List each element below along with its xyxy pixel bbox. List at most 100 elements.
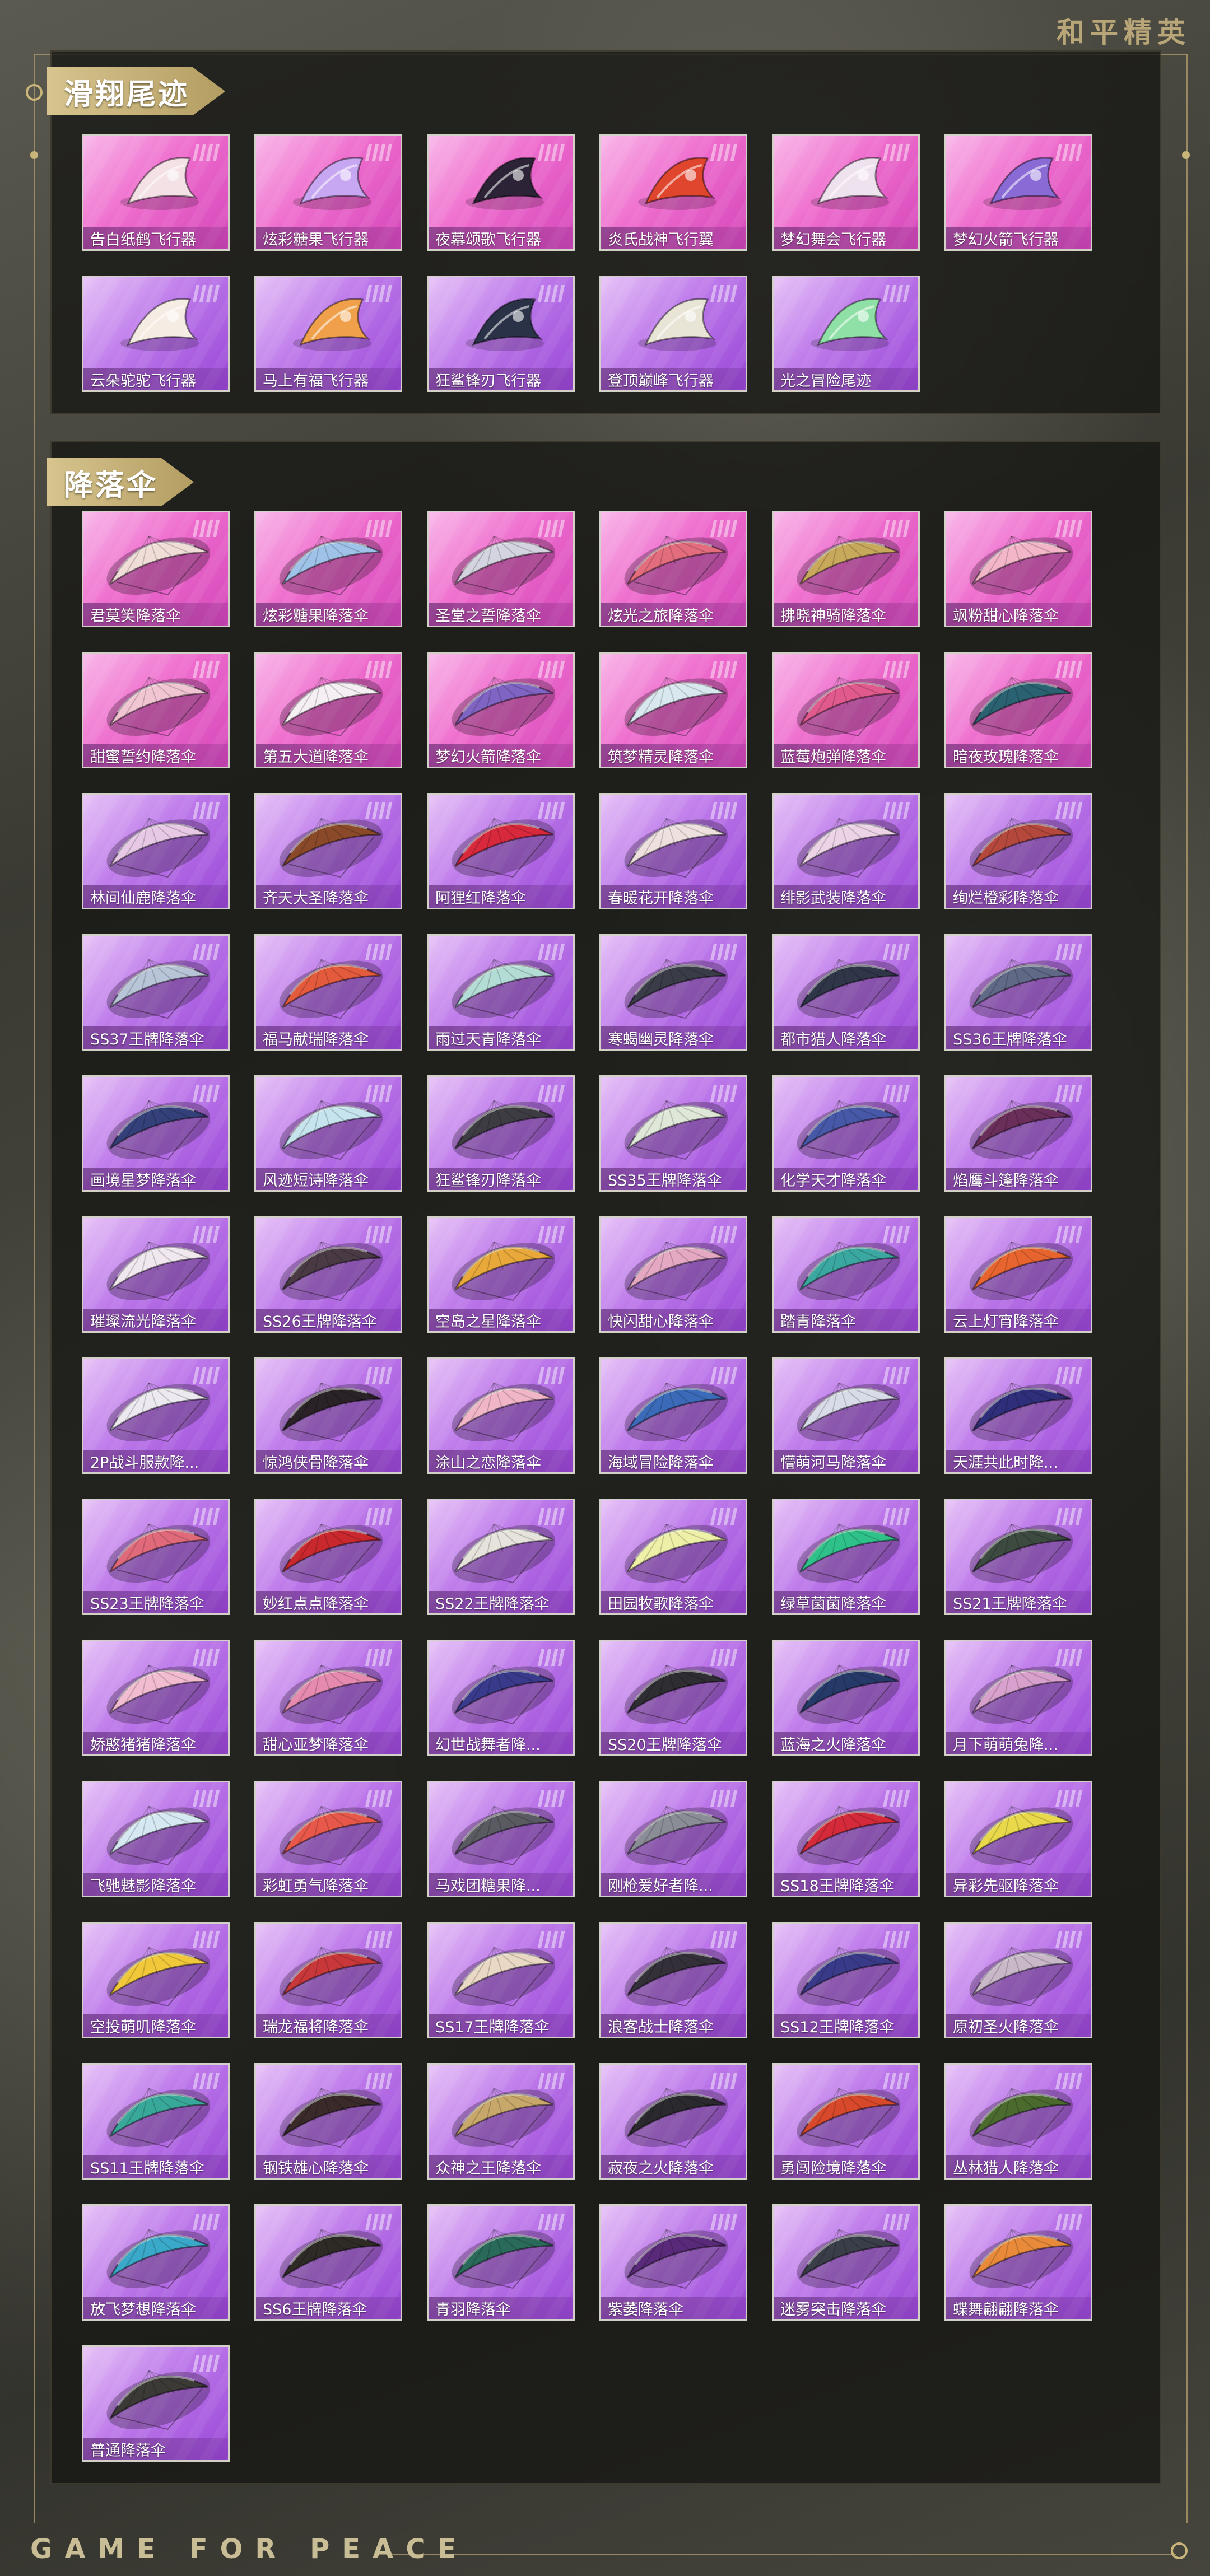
parachute-card[interactable]: SS37王牌降落伞 — [82, 934, 230, 1051]
parachute-card[interactable]: SS23王牌降落伞 — [82, 1499, 230, 1615]
parachute-card[interactable]: 都市猎人降落伞 — [772, 934, 920, 1051]
parachute-card[interactable]: 甜心亚梦降落伞 — [254, 1640, 402, 1756]
parachute-card[interactable]: 空岛之星降落伞 — [427, 1216, 575, 1333]
parachute-card[interactable]: 璀璨流光降落伞 — [82, 1216, 230, 1333]
parachute-card[interactable]: 幻世战舞者降... — [427, 1640, 575, 1756]
parachute-card[interactable]: 青羽降落伞 — [427, 2204, 575, 2321]
parachute-card[interactable]: SS21王牌降落伞 — [944, 1499, 1092, 1615]
parachute-card[interactable]: 雨过天青降落伞 — [427, 934, 575, 1051]
parachute-card[interactable]: 懵萌河马降落伞 — [772, 1357, 920, 1474]
parachute-card[interactable]: 飒粉甜心降落伞 — [944, 511, 1092, 627]
parachute-card[interactable]: 炫彩糖果降落伞 — [254, 511, 402, 627]
parachute-card[interactable]: 暗夜玫瑰降落伞 — [944, 652, 1092, 768]
parachute-card[interactable]: SS22王牌降落伞 — [427, 1499, 575, 1615]
item-name: 夜幕颂歌飞行器 — [435, 231, 541, 249]
parachute-card[interactable]: 飞驰魅影降落伞 — [82, 1781, 230, 1897]
parachute-card[interactable]: SS6王牌降落伞 — [254, 2204, 402, 2321]
parachute-card[interactable]: 彩虹勇气降落伞 — [254, 1781, 402, 1897]
parachute-card[interactable]: 惊鸿侠骨降落伞 — [254, 1357, 402, 1474]
parachute-card[interactable]: 绯影武装降落伞 — [772, 793, 920, 909]
parachute-card[interactable]: 画境星梦降落伞 — [82, 1075, 230, 1192]
parachute-card[interactable]: 钢铁雄心降落伞 — [254, 2063, 402, 2180]
parachute-card[interactable]: 寂夜之火降落伞 — [599, 2063, 747, 2180]
parachute-card[interactable]: 云上灯宵降落伞 — [944, 1216, 1092, 1333]
parachute-card[interactable]: SS11王牌降落伞 — [82, 2063, 230, 2180]
parachute-card[interactable]: 马戏团糖果降... — [427, 1781, 575, 1897]
parachute-card[interactable]: 化学天才降落伞 — [772, 1075, 920, 1192]
parachute-card[interactable]: 蝶舞翩翩降落伞 — [944, 2204, 1092, 2321]
parachute-card[interactable]: 春暖花开降落伞 — [599, 793, 747, 909]
parachute-card[interactable]: 瑞龙福将降落伞 — [254, 1922, 402, 2038]
parachute-card[interactable]: 寒蝎幽灵降落伞 — [599, 934, 747, 1051]
parachute-card[interactable]: 迷雾突击降落伞 — [772, 2204, 920, 2321]
parachute-card[interactable]: 放飞梦想降落伞 — [82, 2204, 230, 2321]
item-name: 炫光之旅降落伞 — [608, 607, 714, 625]
parachute-card[interactable]: 君莫笑降落伞 — [82, 511, 230, 627]
parachute-card[interactable]: 异彩先驱降落伞 — [944, 1781, 1092, 1897]
glider-trail-card[interactable]: 云朵驼驼飞行器 — [82, 276, 230, 392]
parachute-card[interactable]: 福马献瑞降落伞 — [254, 934, 402, 1051]
glider-trail-card[interactable]: 狂鲨锋刃飞行器 — [427, 276, 575, 392]
parachute-card[interactable]: 第五大道降落伞 — [254, 652, 402, 768]
parachute-card[interactable]: 众神之王降落伞 — [427, 2063, 575, 2180]
parachute-card[interactable]: 涂山之恋降落伞 — [427, 1357, 575, 1474]
parachute-card[interactable]: SS17王牌降落伞 — [427, 1922, 575, 2038]
parachute-card[interactable]: 拂晓神骑降落伞 — [772, 511, 920, 627]
parachute-card[interactable]: 妙红点点降落伞 — [254, 1499, 402, 1615]
parachute-card[interactable]: SS26王牌降落伞 — [254, 1216, 402, 1333]
parachute-card[interactable]: SS12王牌降落伞 — [772, 1922, 920, 2038]
parachute-card[interactable]: 蓝海之火降落伞 — [772, 1640, 920, 1756]
glider-trail-card[interactable]: 告白纸鹤飞行器 — [82, 134, 230, 251]
parachute-card[interactable]: 勇闯险境降落伞 — [772, 2063, 920, 2180]
parachute-card[interactable]: 原初圣火降落伞 — [944, 1922, 1092, 2038]
glider-trail-card[interactable]: 炫彩糖果飞行器 — [254, 134, 402, 251]
parachute-card[interactable]: 蓝莓炮弹降落伞 — [772, 652, 920, 768]
item-name: 都市猎人降落伞 — [780, 1030, 886, 1048]
parachute-card[interactable]: 筑梦精灵降落伞 — [599, 652, 747, 768]
parachute-card[interactable]: 圣堂之誓降落伞 — [427, 511, 575, 627]
parachute-card[interactable]: 2P战斗服款降... — [82, 1357, 230, 1474]
parachute-card[interactable]: 丛林猎人降落伞 — [944, 2063, 1092, 2180]
glider-trail-card[interactable]: 登顶巅峰飞行器 — [599, 276, 747, 392]
parachute-card[interactable]: 田园牧歌降落伞 — [599, 1499, 747, 1615]
parachute-card[interactable]: 空投萌叽降落伞 — [82, 1922, 230, 2038]
parachute-card[interactable]: 天涯共此时降... — [944, 1357, 1092, 1474]
parachute-card[interactable]: 海域冒险降落伞 — [599, 1357, 747, 1474]
parachute-icon — [452, 1100, 556, 1160]
parachute-card[interactable]: 林间仙鹿降落伞 — [82, 793, 230, 909]
parachute-card[interactable]: 快闪甜心降落伞 — [599, 1216, 747, 1333]
glider-trail-card[interactable]: 梦幻舞会飞行器 — [772, 134, 920, 251]
glider-trail-card[interactable]: 光之冒险尾迹 — [772, 276, 920, 392]
parachute-card[interactable]: 阿狸红降落伞 — [427, 793, 575, 909]
parachute-card[interactable]: 紫萎降落伞 — [599, 2204, 747, 2321]
parachute-card[interactable]: 焰鹰斗篷降落伞 — [944, 1075, 1092, 1192]
item-label-bar: 君莫笑降落伞 — [83, 603, 228, 626]
parachute-card[interactable]: 狂鲨锋刃降落伞 — [427, 1075, 575, 1192]
glider-trail-card[interactable]: 炎氏战神飞行翼 — [599, 134, 747, 251]
parachute-card[interactable]: 齐天大圣降落伞 — [254, 793, 402, 909]
item-name: 焰鹰斗篷降落伞 — [953, 1172, 1059, 1189]
parachute-card[interactable]: 炫光之旅降落伞 — [599, 511, 747, 627]
parachute-card[interactable]: 梦幻火箭降落伞 — [427, 652, 575, 768]
parachute-card[interactable]: 绚烂橙彩降落伞 — [944, 793, 1092, 909]
item-name: 迷雾突击降落伞 — [780, 2300, 886, 2318]
parachute-card[interactable]: 浪客战士降落伞 — [599, 1922, 747, 2038]
parachute-card[interactable]: SS20王牌降落伞 — [599, 1640, 747, 1756]
parachute-card[interactable]: SS35王牌降落伞 — [599, 1075, 747, 1192]
parachute-card[interactable]: 普通降落伞 — [82, 2345, 230, 2462]
parachute-card[interactable]: 甜蜜誓约降落伞 — [82, 652, 230, 768]
item-name: SS26王牌降落伞 — [263, 1313, 377, 1331]
parachute-card[interactable]: SS36王牌降落伞 — [944, 934, 1092, 1051]
parachute-card[interactable]: SS18王牌降落伞 — [772, 1781, 920, 1897]
parachute-card[interactable]: 风迹短诗降落伞 — [254, 1075, 402, 1192]
parachute-card[interactable]: 刚枪爱好者降... — [599, 1781, 747, 1897]
parachute-card[interactable]: 娇憨猪猪降落伞 — [82, 1640, 230, 1756]
glider-trail-card[interactable]: 马上有福飞行器 — [254, 276, 402, 392]
item-name: 2P战斗服款降... — [90, 1454, 199, 1472]
glider-trail-card[interactable]: 梦幻火箭飞行器 — [944, 134, 1092, 251]
parachute-card[interactable]: 绿草菌菌降落伞 — [772, 1499, 920, 1615]
parachute-card[interactable]: 月下萌萌兔降... — [944, 1640, 1092, 1756]
glider-trail-card[interactable]: 夜幕颂歌飞行器 — [427, 134, 575, 251]
parachute-card[interactable]: 踏青降落伞 — [772, 1216, 920, 1333]
parachute-icon — [452, 1241, 556, 1301]
